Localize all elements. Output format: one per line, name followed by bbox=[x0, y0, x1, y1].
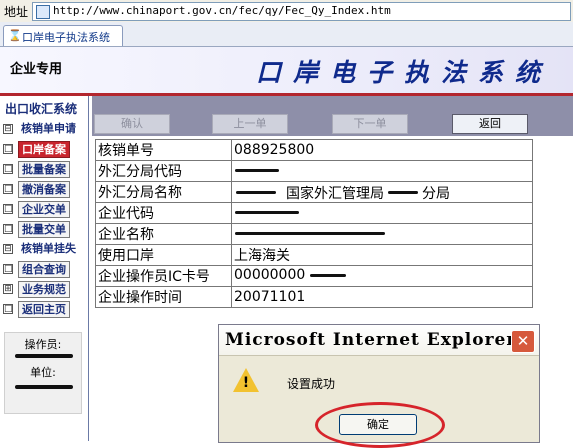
sidebar-item-batch-filing[interactable]: □ 批量备案 bbox=[2, 160, 86, 178]
field-value-suffix: 分局 bbox=[422, 186, 450, 202]
confirm-button[interactable]: 确认 bbox=[94, 114, 170, 134]
leaf-icon: □ bbox=[3, 264, 13, 274]
close-icon[interactable]: ✕ bbox=[511, 330, 535, 353]
record-table: 核销单号 088925800 外汇分局代码 外汇分局名称 国家外汇管理局 分局 … bbox=[95, 139, 533, 308]
sidebar-item-label: 企业交单 bbox=[18, 201, 70, 218]
alert-dialog: Microsoft Internet Explorer ✕ ! 设置成功 确定 bbox=[218, 324, 540, 448]
page-icon bbox=[36, 5, 50, 19]
field-key: 企业操作员IC卡号 bbox=[95, 265, 232, 287]
sidebar-item-enterprise-submit[interactable]: □ 企业交单 bbox=[2, 200, 86, 218]
redaction-mark bbox=[236, 191, 276, 194]
address-url[interactable]: http://www.chinaport.gov.cn/fec/qy/Fec_Q… bbox=[53, 4, 391, 17]
dialog-titlebar[interactable]: Microsoft Internet Explorer ✕ bbox=[219, 325, 539, 356]
field-key: 企业代码 bbox=[95, 202, 232, 224]
dialog-message: 设置成功 bbox=[287, 377, 336, 391]
hourglass-icon: ⌛ bbox=[8, 29, 22, 42]
warning-mark: ! bbox=[242, 375, 250, 391]
sidebar-item-verification-apply[interactable]: ⊟ 核销单申请 bbox=[2, 120, 86, 138]
field-key: 使用口岸 bbox=[95, 244, 232, 266]
prev-button[interactable]: 上一单 bbox=[212, 114, 288, 134]
field-value: 20071101 bbox=[231, 286, 533, 308]
field-key: 外汇分局代码 bbox=[95, 160, 232, 182]
leaf-icon: □ bbox=[3, 224, 13, 234]
sidebar-item-combined-query[interactable]: □ 组合查询 bbox=[2, 260, 86, 278]
field-value-redacted bbox=[231, 160, 533, 182]
sidebar-item-business-rules[interactable]: ⊞ 业务规范 bbox=[2, 280, 86, 298]
sidebar-item-label: 批量交单 bbox=[18, 221, 70, 238]
tab-port-system[interactable]: ⌛ 口岸电子执法系统 bbox=[3, 25, 123, 46]
sidebar-item-label: 返回主页 bbox=[18, 301, 70, 318]
table-row: 使用口岸 上海海关 bbox=[95, 244, 533, 266]
sidebar-item-label: 批量备案 bbox=[18, 161, 70, 178]
field-value: 00000000 bbox=[231, 265, 533, 287]
field-value: 上海海关 bbox=[231, 244, 533, 266]
redaction-mark bbox=[15, 385, 73, 389]
field-value-text: 国家外汇管理局 bbox=[286, 186, 384, 202]
sidebar-item-home[interactable]: □ 返回主页 bbox=[2, 300, 86, 318]
collapse-icon[interactable]: ⊟ bbox=[3, 124, 13, 134]
address-bar: 地址 http://www.chinaport.gov.cn/fec/qy/Fe… bbox=[0, 0, 573, 23]
leaf-icon: □ bbox=[3, 204, 13, 214]
redaction-mark bbox=[310, 274, 346, 277]
address-label: 地址 bbox=[4, 5, 29, 19]
enterprise-label: 企业专用 bbox=[10, 62, 63, 77]
redaction-mark bbox=[235, 232, 385, 235]
field-key: 核销单号 bbox=[95, 139, 232, 161]
sidebar-item-report-loss[interactable]: ⊟ 核销单挂失 bbox=[2, 240, 86, 258]
toolbar: 确认 上一单 下一单 返回 bbox=[92, 96, 573, 136]
table-row: 企业代码 bbox=[95, 202, 533, 224]
sidebar-item-label: 组合查询 bbox=[18, 261, 70, 278]
collapse-icon[interactable]: ⊟ bbox=[3, 244, 13, 254]
table-row: 企业操作员IC卡号 00000000 bbox=[95, 265, 533, 287]
redaction-mark bbox=[388, 191, 418, 194]
leaf-icon: □ bbox=[3, 164, 13, 174]
field-key: 企业操作时间 bbox=[95, 286, 232, 308]
sidebar-item-label: 核销单申请 bbox=[21, 122, 76, 135]
sidebar-item-port-filing[interactable]: □ 口岸备案 bbox=[2, 140, 86, 158]
leaf-icon: □ bbox=[3, 304, 13, 314]
table-row: 企业操作时间 20071101 bbox=[95, 286, 533, 308]
next-button[interactable]: 下一单 bbox=[332, 114, 408, 134]
operator-panel: 操作员: 单位: bbox=[4, 332, 82, 414]
sidebar-item-label: 口岸备案 bbox=[18, 141, 70, 158]
ok-button[interactable]: 确定 bbox=[339, 414, 417, 435]
redaction-mark bbox=[235, 211, 299, 214]
sidebar: 出口收汇系统 ⊟ 核销单申请 □ 口岸备案 □ 批量备案 □ 撤消备案 □ 企业… bbox=[0, 96, 89, 441]
sidebar-item-cancel-filing[interactable]: □ 撤消备案 bbox=[2, 180, 86, 198]
table-row: 核销单号 088925800 bbox=[95, 139, 533, 161]
address-input[interactable]: http://www.chinaport.gov.cn/fec/qy/Fec_Q… bbox=[32, 2, 571, 21]
field-value-redacted bbox=[231, 223, 533, 245]
sidebar-item-batch-submit[interactable]: □ 批量交单 bbox=[2, 220, 86, 238]
table-row: 外汇分局代码 bbox=[95, 160, 533, 182]
system-title: 口岸电子执法系统 bbox=[256, 58, 553, 87]
header-banner: 企业专用 口岸电子执法系统 bbox=[0, 47, 573, 93]
field-key: 企业名称 bbox=[95, 223, 232, 245]
field-key: 外汇分局名称 bbox=[95, 181, 232, 203]
leaf-icon: □ bbox=[3, 144, 13, 154]
table-row: 外汇分局名称 国家外汇管理局 分局 bbox=[95, 181, 533, 203]
redaction-mark bbox=[235, 169, 279, 172]
table-row: 企业名称 bbox=[95, 223, 533, 245]
tab-strip: ⌛ 口岸电子执法系统 bbox=[0, 22, 573, 47]
field-value-text: 00000000 bbox=[234, 267, 306, 283]
field-value-redacted bbox=[231, 202, 533, 224]
sidebar-item-label: 业务规范 bbox=[18, 281, 70, 298]
field-value: 国家外汇管理局 分局 bbox=[231, 181, 533, 203]
sidebar-item-label: 核销单挂失 bbox=[21, 242, 76, 255]
leaf-icon: □ bbox=[3, 184, 13, 194]
back-button[interactable]: 返回 bbox=[452, 114, 528, 134]
redaction-mark bbox=[15, 354, 73, 358]
sidebar-item-label: 撤消备案 bbox=[18, 181, 70, 198]
dialog-title: Microsoft Internet Explorer bbox=[225, 330, 517, 350]
sidebar-title: 出口收汇系统 bbox=[5, 102, 78, 116]
operator-label: 操作员: bbox=[24, 338, 62, 351]
expand-icon[interactable]: ⊞ bbox=[3, 284, 13, 294]
unit-label: 单位: bbox=[30, 366, 56, 379]
tab-label: 口岸电子执法系统 bbox=[22, 31, 110, 44]
field-value: 088925800 bbox=[231, 139, 533, 161]
